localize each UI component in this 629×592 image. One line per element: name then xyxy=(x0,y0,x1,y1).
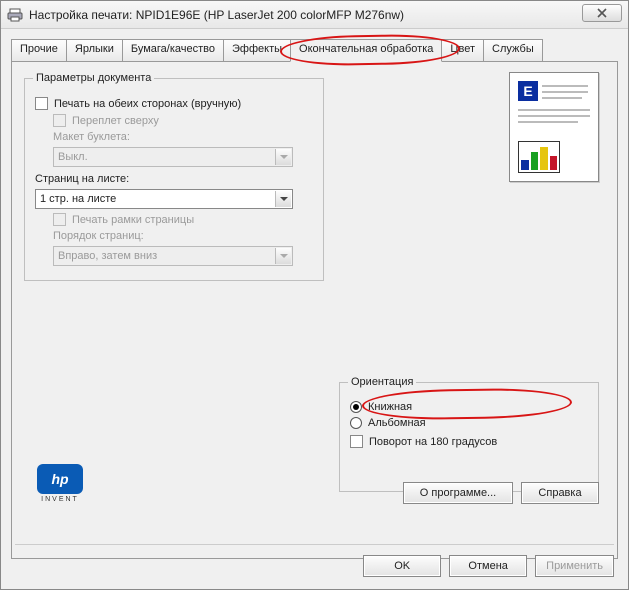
button-label: Отмена xyxy=(468,560,507,572)
select-page-order: Вправо, затем вниз xyxy=(53,246,293,266)
button-label: Справка xyxy=(538,487,581,499)
label-print-borders: Печать рамки страницы xyxy=(72,214,194,226)
tab-label: Эффекты xyxy=(232,43,282,55)
group-document-params: Параметры документа Печать на обеих стор… xyxy=(24,78,324,281)
label-pages-per-sheet: Страниц на листе: xyxy=(35,173,129,185)
label-rotate-180: Поворот на 180 градусов xyxy=(369,436,497,448)
label-page-order: Порядок страниц: xyxy=(53,230,144,242)
select-booklet: Выкл. xyxy=(53,147,293,167)
tab-shortcuts[interactable]: Ярлыки xyxy=(66,39,123,61)
label-landscape: Альбомная xyxy=(368,417,426,429)
tab-label: Ярлыки xyxy=(75,43,114,55)
titlebar: Настройка печати: NPID1E96E (HP LaserJet… xyxy=(1,1,628,29)
tab-finishing[interactable]: Окончательная обработка xyxy=(290,39,442,62)
apply-button[interactable]: Применить xyxy=(535,555,614,577)
tab-label: Окончательная обработка xyxy=(299,43,433,55)
ok-button[interactable]: OK xyxy=(363,555,441,577)
checkbox-rotate-180[interactable] xyxy=(350,435,363,448)
radio-portrait[interactable] xyxy=(350,401,362,413)
label-portrait: Книжная xyxy=(368,401,412,413)
printer-icon xyxy=(7,7,23,23)
label-booklet: Макет буклета: xyxy=(53,131,130,143)
button-label: OK xyxy=(394,560,410,572)
hp-badge-icon: hp xyxy=(37,464,83,494)
close-icon xyxy=(596,8,608,18)
hp-logo: hp INVENT xyxy=(30,464,90,504)
checkbox-flip-up xyxy=(53,114,66,127)
cancel-button[interactable]: Отмена xyxy=(449,555,527,577)
tab-paper-quality[interactable]: Бумага/качество xyxy=(122,39,224,61)
select-pages-per-sheet[interactable]: 1 стр. на листе xyxy=(35,189,293,209)
divider xyxy=(15,544,614,545)
preview-line xyxy=(542,97,582,99)
tab-label: Цвет xyxy=(450,43,475,55)
tab-effects[interactable]: Эффекты xyxy=(223,39,291,61)
about-button[interactable]: О программе... xyxy=(403,482,513,504)
label-flip-up: Переплет сверху xyxy=(72,115,159,127)
hp-invent-text: INVENT xyxy=(30,496,90,503)
checkbox-print-borders xyxy=(53,213,66,226)
select-value: Вправо, затем вниз xyxy=(58,250,157,262)
preview-line xyxy=(518,121,578,123)
tab-services[interactable]: Службы xyxy=(483,39,543,61)
tab-other[interactable]: Прочие xyxy=(11,39,67,61)
checkbox-duplex[interactable] xyxy=(35,97,48,110)
chevron-down-icon xyxy=(275,149,291,165)
group-legend: Ориентация xyxy=(348,376,416,388)
select-value: Выкл. xyxy=(58,151,88,163)
button-label: О программе... xyxy=(420,487,496,499)
window-title: Настройка печати: NPID1E96E (HP LaserJet… xyxy=(29,8,622,22)
tabstrip: Прочие Ярлыки Бумага/качество Эффекты Ок… xyxy=(11,39,618,61)
tabpage-finishing: E Параметры документа П xyxy=(11,61,618,559)
help-button[interactable]: Справка xyxy=(521,482,599,504)
tab-label: Бумага/качество xyxy=(131,43,215,55)
preview-line xyxy=(518,109,590,111)
select-value: 1 стр. на листе xyxy=(40,193,116,205)
group-orientation: Ориентация Книжная Альбомная Поворот на … xyxy=(339,382,599,492)
chevron-down-icon xyxy=(275,191,291,207)
preview-line xyxy=(542,91,588,93)
chevron-down-icon xyxy=(275,248,291,264)
close-button[interactable] xyxy=(582,4,622,22)
preview-line xyxy=(518,115,590,117)
page-preview: E xyxy=(509,72,599,182)
tab-color[interactable]: Цвет xyxy=(441,39,484,61)
label-duplex: Печать на обеих сторонах (вручную) xyxy=(54,98,241,110)
group-legend: Параметры документа xyxy=(33,72,154,84)
preview-chart-icon xyxy=(518,141,560,173)
button-label: Применить xyxy=(546,560,603,572)
preview-line xyxy=(542,85,588,87)
tab-label: Службы xyxy=(492,43,534,55)
tab-label: Прочие xyxy=(20,43,58,55)
preview-letter: E xyxy=(518,81,538,101)
radio-landscape[interactable] xyxy=(350,417,362,429)
